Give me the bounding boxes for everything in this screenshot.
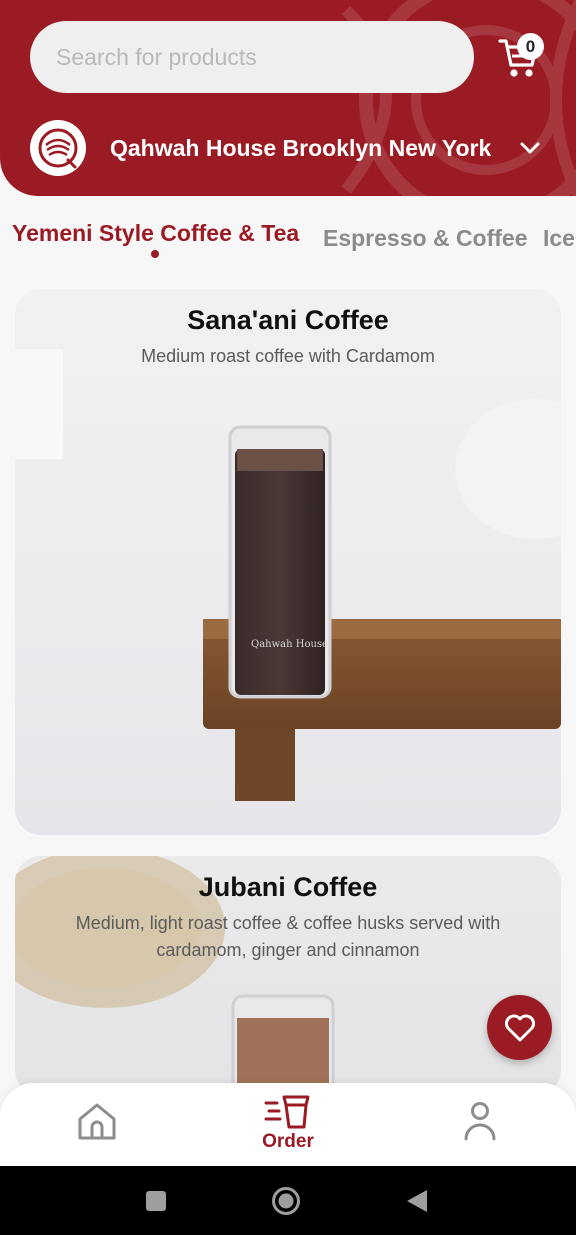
home-system-button[interactable] <box>270 1166 302 1235</box>
product-card[interactable]: Qahwah House Sana'ani Coffee Medium roas… <box>15 289 561 835</box>
store-logo-icon <box>30 120 86 176</box>
product-card[interactable]: Jubani Coffee Medium, light roast coffee… <box>15 856 561 1096</box>
back-button[interactable] <box>404 1166 430 1235</box>
description-line: cardamom, ginger and cinnamon <box>156 940 420 960</box>
description-line: Medium, light roast coffee & coffee husk… <box>75 913 501 933</box>
nav-order[interactable]: Order <box>250 1083 326 1166</box>
store-selector[interactable]: Qahwah House Brooklyn New York <box>30 118 550 178</box>
header: Search for products 0 Qahwah House Brook… <box>0 0 576 196</box>
product-title: Jubani Coffee <box>198 872 378 902</box>
square-icon <box>146 1190 166 1211</box>
cart-count-badge: 0 <box>517 33 544 60</box>
active-tab-indicator <box>151 250 159 258</box>
bottom-navigation: Order <box>0 1083 576 1166</box>
profile-icon <box>464 1102 496 1141</box>
tab-espresso-coffee[interactable]: Espresso & Coffee <box>323 225 528 252</box>
system-navigation-bar <box>0 1166 576 1235</box>
store-name: Qahwah House Brooklyn New York <box>110 134 492 161</box>
svg-text:Qahwah House: Qahwah House <box>251 639 328 650</box>
circle-home-icon <box>272 1186 300 1215</box>
tab-yemeni-style[interactable]: Yemeni Style Coffee & Tea <box>12 220 299 247</box>
nav-order-label: Order <box>262 1131 314 1152</box>
category-tabs: Yemeni Style Coffee & Tea Espresso & Cof… <box>0 216 576 266</box>
nav-home[interactable] <box>76 1083 118 1166</box>
search-placeholder: Search for products <box>56 43 257 70</box>
product-title: Sana'ani Coffee <box>187 305 389 335</box>
home-icon <box>78 1103 116 1140</box>
product-description: Medium, light roast coffee & coffee husk… <box>49 910 527 964</box>
product-description: Medium roast coffee with Cardamom <box>141 346 435 366</box>
back-triangle-icon <box>407 1189 427 1212</box>
recent-apps-button[interactable] <box>142 1166 170 1235</box>
nav-profile[interactable] <box>462 1083 498 1166</box>
order-cup-icon <box>264 1095 310 1129</box>
search-input[interactable]: Search for products <box>30 21 474 93</box>
heart-icon <box>504 1014 535 1041</box>
tab-ice[interactable]: Ice <box>543 225 575 252</box>
product-image: Qahwah House <box>15 349 561 801</box>
chevron-down-icon[interactable] <box>518 138 542 158</box>
favorites-button[interactable] <box>487 995 552 1060</box>
